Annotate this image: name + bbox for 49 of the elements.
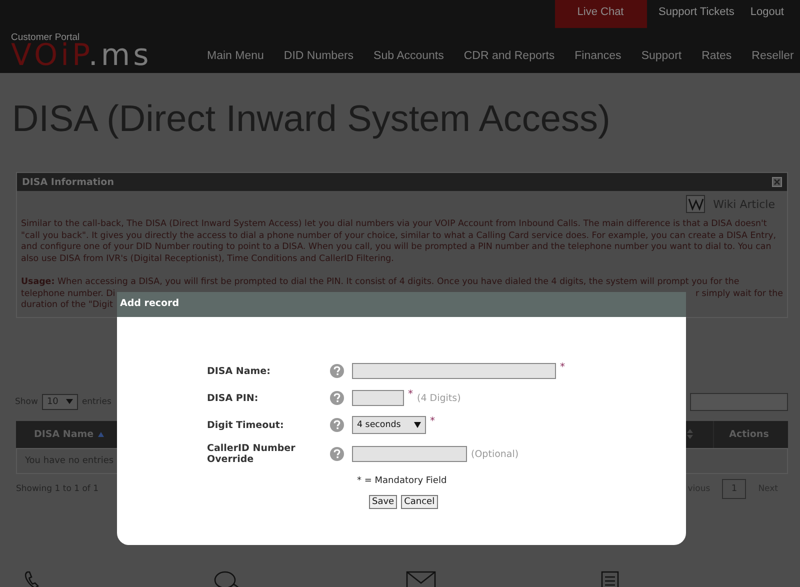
search-field[interactable]: [690, 392, 788, 410]
caret-icon: [414, 422, 421, 428]
dialog-title: Add record: [117, 292, 686, 317]
cancel-button[interactable]: Cancel: [401, 495, 438, 509]
field-label: Digit Timeout:: [207, 420, 285, 430]
required-mark: *: [560, 362, 565, 373]
usage-text: Usage: When accessing a DISA, you will first be prompted to dial the PIN. It consist of 4 digits. Once you have dialed the 4 digits, the system will prompt you for the: [21, 277, 740, 288]
dropdown[interactable]: 4 seconds: [352, 416, 426, 434]
wikipedia-icon: [686, 195, 706, 213]
help-icon: [330, 364, 344, 378]
portal-label: Customer Portal: [11, 32, 80, 43]
input-field[interactable]: [352, 446, 467, 462]
usage-text: r simply wait for the: [695, 288, 783, 300]
close-icon: [772, 177, 782, 187]
required-mark: *: [430, 416, 435, 427]
usage-text: telephone number. Di: [21, 288, 116, 300]
phone-icon: [24, 570, 39, 587]
save-button[interactable]: Save: [369, 495, 398, 509]
caret-icon: [66, 399, 73, 404]
nav-link[interactable]: Reseller: [752, 50, 794, 62]
description-text: Similar to the call-back, The DISA (Direct Inward System Access) let you dial numbers via your VOIP Account from Inbound Calls. The main difference is that a DISA doesn't "call you back". It gives you directly the access to dial a phone number of your choice, similar to what a Calling Card service does. For example, you can create a DISA Entry, and configure one of your DID Number routing to point to a DISA. When you call, you will be prompted a PIN number and the telephone number you want to dial to. You can also use DISA from IVR's (Digital Receptionist), Time Conditions and CallerID Filtering.: [21, 219, 778, 265]
help-icon: [330, 447, 344, 461]
nav-link[interactable]: DID Numbers: [284, 50, 354, 62]
field-hint: (4 Digits): [417, 392, 461, 404]
nav-link[interactable]: CDR and Reports: [464, 50, 555, 62]
nav-link[interactable]: Finances: [574, 50, 622, 62]
nav-link[interactable]: Support: [641, 50, 682, 62]
help-icon: [330, 418, 344, 432]
field-hint: (Optional): [471, 448, 519, 460]
field-label: DISA Name:: [207, 366, 272, 376]
envelope-icon: [406, 570, 436, 587]
usage-text: duration of the "Digit: [21, 300, 113, 312]
panel-title: DISA Information: [22, 176, 114, 188]
mandatory-legend: * = Mandatory Field: [357, 476, 686, 486]
column-header[interactable]: DISA Name: [34, 428, 94, 440]
field-label: DISA PIN:: [207, 392, 260, 404]
field-label: CallerID Number Override: [207, 443, 296, 465]
header-link[interactable]: Live Chat: [554, 0, 647, 28]
nav-link[interactable]: Main Menu: [207, 50, 264, 62]
required-mark: *: [408, 389, 413, 400]
header-link[interactable]: Support Tickets: [650, 0, 742, 28]
page-size-select[interactable]: 10: [42, 394, 78, 410]
document-icon: [601, 570, 619, 587]
help-icon: [330, 391, 344, 405]
input-field[interactable]: [352, 363, 556, 379]
nav-link[interactable]: Sub Accounts: [374, 50, 444, 62]
input-field[interactable]: [352, 390, 404, 406]
header-link[interactable]: Logout: [742, 0, 792, 28]
nav-link[interactable]: Rates: [702, 50, 732, 62]
